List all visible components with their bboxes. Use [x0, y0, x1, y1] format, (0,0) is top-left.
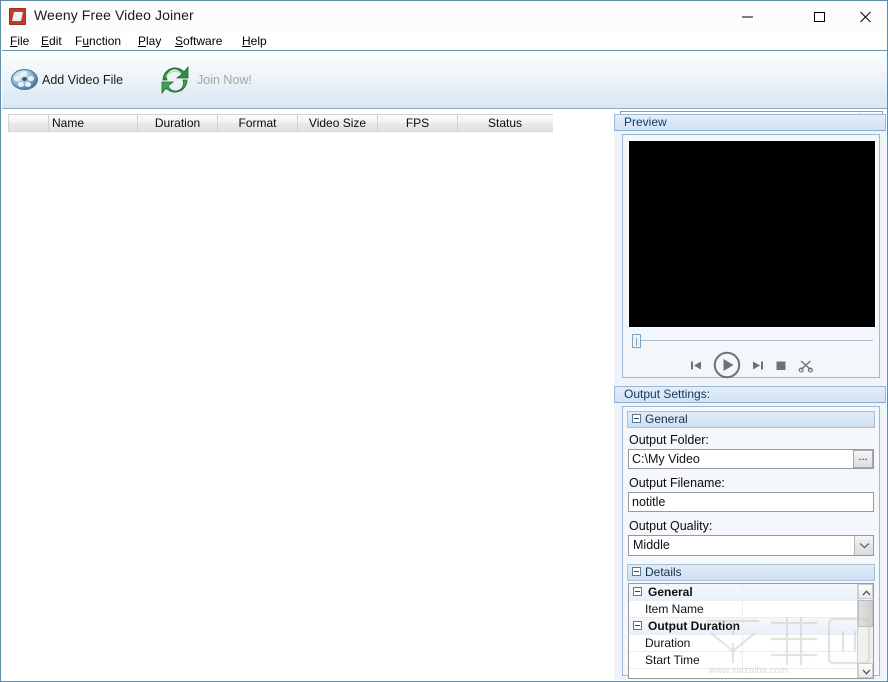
player-controls [623, 351, 879, 379]
column-header-name[interactable]: Name [49, 115, 138, 131]
collapse-icon[interactable] [633, 587, 642, 596]
join-now-button[interactable]: Join Now! [157, 61, 252, 99]
chevron-down-icon [862, 669, 871, 675]
stop-button[interactable] [774, 358, 789, 373]
output-folder-label: Output Folder: [629, 433, 709, 447]
join-arrows-icon [157, 64, 193, 96]
tree-row-value [742, 601, 856, 617]
scroll-down-button[interactable] [858, 663, 873, 678]
minimize-button[interactable] [724, 1, 770, 31]
preview-panel: Preview [614, 114, 886, 386]
column-header-fps[interactable]: FPS [378, 115, 458, 131]
seek-slider[interactable] [630, 333, 874, 349]
general-group-header[interactable]: General [627, 411, 875, 428]
tree-row[interactable]: General [629, 584, 873, 601]
tree-row-label: Start Time [643, 653, 700, 667]
app-logo-icon [9, 8, 26, 25]
file-list-header: Name Duration Format Video Size FPS Stat… [8, 114, 553, 132]
menu-bar: File Edit Function Play Software Help [2, 32, 887, 51]
chevron-up-icon [862, 590, 871, 596]
collapse-icon[interactable] [633, 621, 642, 630]
tree-row[interactable]: Output Duration [629, 618, 873, 635]
output-folder-input[interactable] [628, 449, 874, 469]
details-tree[interactable]: General Item Name Output Duration [628, 583, 874, 679]
add-video-file-label: Add Video File [42, 73, 123, 87]
join-now-label: Join Now! [197, 73, 252, 87]
menu-item-edit[interactable]: Edit [41, 34, 62, 49]
column-header-blank[interactable] [9, 115, 49, 131]
output-filename-label: Output Filename: [629, 476, 725, 490]
details-scrollbar[interactable] [857, 584, 873, 678]
browse-folder-button[interactable]: ... [853, 450, 873, 468]
tree-row-label: Duration [643, 636, 690, 650]
tree-row[interactable]: Duration [629, 635, 873, 652]
minimize-icon [741, 10, 754, 23]
chevron-down-icon[interactable] [854, 536, 873, 555]
play-circle-icon [713, 351, 741, 379]
right-panel: Preview [613, 109, 887, 681]
window-title: Weeny Free Video Joiner [34, 7, 194, 23]
play-button[interactable] [713, 351, 741, 379]
maximize-button[interactable] [796, 1, 842, 31]
column-header-status[interactable]: Status [458, 115, 552, 131]
close-icon [859, 10, 872, 23]
output-settings-body: General Output Folder: ... Output Filena… [622, 406, 880, 676]
stop-icon [774, 358, 789, 373]
tree-row[interactable]: Item Name [629, 601, 873, 618]
output-settings-panel: Output Settings: General Output Folder: … [614, 386, 886, 680]
scissors-icon [798, 358, 814, 373]
seek-track [640, 340, 873, 341]
maximize-icon [813, 10, 826, 23]
tree-row-label: Output Duration [646, 619, 740, 633]
general-group-label: General [645, 412, 688, 426]
collapse-icon[interactable] [632, 567, 641, 576]
tree-row[interactable]: Start Time [629, 652, 873, 669]
output-settings-title: Output Settings: [614, 386, 886, 403]
collapse-icon[interactable] [632, 414, 641, 423]
menu-item-software[interactable]: Software [175, 34, 222, 49]
seek-thumb[interactable] [632, 334, 641, 348]
output-quality-select[interactable]: Middle [628, 535, 874, 556]
column-header-duration[interactable]: Duration [138, 115, 218, 131]
details-group-header[interactable]: Details [627, 564, 875, 581]
menu-item-file[interactable]: File [10, 34, 29, 49]
menu-item-play[interactable]: Play [138, 34, 161, 49]
film-reel-icon [10, 66, 40, 94]
toolbar: Add Video File Join Now! Output: Apple i… [2, 51, 887, 109]
output-quality-value: Middle [633, 538, 670, 552]
tree-row-value [742, 584, 856, 600]
title-bar: Weeny Free Video Joiner [1, 1, 887, 32]
tree-row-label: Item Name [643, 602, 704, 616]
column-header-videosize[interactable]: Video Size [298, 115, 378, 131]
video-file-list[interactable]: Name Duration Format Video Size FPS Stat… [2, 109, 613, 681]
close-button[interactable] [842, 1, 888, 31]
tree-row-value [742, 652, 856, 668]
previous-button[interactable] [689, 358, 704, 373]
scrollbar-thumb[interactable] [858, 600, 873, 627]
add-video-file-button[interactable]: Add Video File [10, 61, 123, 99]
next-button[interactable] [750, 358, 765, 373]
details-group-label: Details [645, 565, 682, 579]
scroll-up-button[interactable] [858, 584, 873, 599]
menu-item-function[interactable]: Function [75, 34, 121, 49]
menu-item-help[interactable]: Help [242, 34, 267, 49]
tree-row-value [742, 635, 856, 651]
output-quality-label: Output Quality: [629, 519, 712, 533]
column-header-format[interactable]: Format [218, 115, 298, 131]
tree-row-label: General [646, 585, 693, 599]
file-list-body[interactable] [8, 132, 553, 675]
skip-next-icon [750, 358, 765, 373]
preview-video-surface[interactable] [628, 140, 876, 328]
preview-panel-title: Preview [614, 114, 886, 131]
preview-frame [622, 134, 880, 378]
output-filename-input[interactable] [628, 492, 874, 512]
application-window: Weeny Free Video Joiner File Edit Functi… [0, 0, 888, 682]
cut-button[interactable] [798, 358, 814, 373]
skip-previous-icon [689, 358, 704, 373]
tree-row-value [742, 618, 856, 634]
